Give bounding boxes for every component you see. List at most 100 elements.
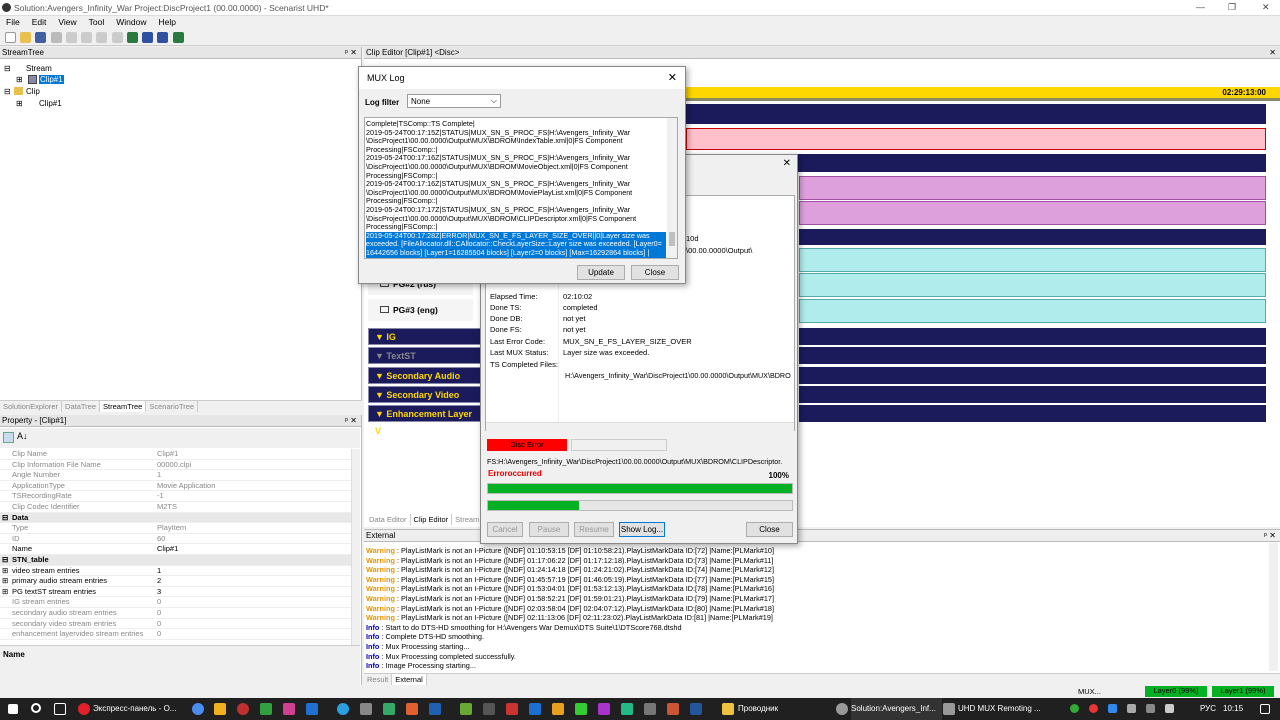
textst-track[interactable] — [799, 347, 1266, 364]
log-filter-select[interactable]: None ⌵ — [407, 94, 501, 108]
scenarist-icon[interactable] — [836, 703, 848, 715]
property-section-stn[interactable]: ⊟ STN_table — [0, 555, 360, 566]
expand-icon[interactable]: ⊞ — [2, 587, 8, 596]
close-icon[interactable]: ✕ — [668, 71, 677, 84]
cancel-button[interactable]: Cancel — [487, 522, 523, 537]
tab-datatree[interactable]: DataTree — [62, 401, 101, 412]
mux-remoting-icon[interactable] — [943, 703, 955, 715]
status-close-icon[interactable]: ✕ — [783, 158, 791, 169]
status-hscrollbar[interactable] — [486, 422, 794, 431]
scrollbar-thumb[interactable] — [669, 232, 675, 246]
clock[interactable]: 10:15 — [1223, 698, 1243, 720]
property-row[interactable]: Clip Name Clip#1 — [0, 449, 360, 460]
property-row[interactable]: ApplicationType Movie Application — [0, 481, 360, 492]
app-icon[interactable] — [383, 703, 395, 715]
tab-streamtree[interactable]: StreamTree — [100, 401, 147, 412]
pg-track-2[interactable] — [799, 273, 1266, 297]
tab-data-editor[interactable]: Data Editor — [366, 514, 411, 525]
log-scrollbar[interactable] — [667, 118, 677, 258]
emulate-icon[interactable] — [172, 32, 184, 43]
app-icon[interactable] — [260, 703, 272, 715]
redo-icon[interactable] — [111, 32, 123, 43]
app-icon[interactable] — [529, 703, 541, 715]
secondary-audio-track[interactable] — [799, 367, 1266, 384]
audio-track-2[interactable] — [799, 176, 1266, 200]
audio-track[interactable] — [686, 128, 1266, 150]
tray-icon[interactable] — [1127, 704, 1136, 713]
telegram-icon[interactable] — [337, 703, 349, 715]
property-row[interactable]: enhancement layervideo stream entries 0 — [0, 629, 360, 640]
expand-icon[interactable]: ⊞ — [2, 576, 8, 585]
opera-icon[interactable] — [78, 703, 90, 715]
expand-icon[interactable]: ⊟ — [4, 64, 11, 73]
panel-close-icon[interactable]: ✕ — [1269, 48, 1276, 57]
app-icon[interactable] — [460, 703, 472, 715]
cut-icon[interactable] — [50, 32, 62, 43]
maximize-icon[interactable]: ❐ — [1228, 2, 1236, 13]
menu-file[interactable]: File — [0, 16, 26, 28]
minimize-icon[interactable]: — — [1196, 2, 1205, 12]
collapse-icon[interactable]: ⊟ — [2, 555, 8, 564]
menu-help[interactable]: Help — [152, 16, 181, 28]
menu-view[interactable]: View — [52, 16, 82, 28]
undo-icon[interactable] — [96, 32, 108, 43]
explorer-icon[interactable] — [722, 703, 734, 715]
track-bar-2[interactable] — [799, 229, 1266, 245]
taskbar-app-mux[interactable]: UHD MUX Remoting ... — [958, 698, 1041, 720]
tab-scenariotree[interactable]: ScenarioTree — [146, 401, 199, 412]
track-label-enhancement-layer[interactable]: ▼ Enhancement Layer V — [368, 405, 481, 436]
open-folder-icon[interactable] — [20, 32, 32, 43]
windows-start-icon[interactable] — [8, 704, 18, 714]
tray-icon[interactable] — [1146, 704, 1155, 713]
tree-node-stream[interactable]: Stream — [26, 64, 52, 73]
track-label-secondary-video[interactable]: ▼ Secondary Video — [368, 386, 481, 403]
track-label-ig[interactable]: ▼ IG — [368, 328, 481, 345]
pg3-label[interactable]: PG#3 (eng) — [368, 299, 473, 321]
menu-window[interactable]: Window — [110, 16, 152, 28]
update-button[interactable]: Update — [577, 265, 625, 280]
tab-external[interactable]: External — [392, 674, 427, 685]
tree-node-clip-clip1[interactable]: Clip#1 — [39, 99, 62, 108]
search-icon[interactable] — [31, 703, 41, 713]
collapse-icon[interactable]: ⊟ — [2, 513, 8, 522]
ig-track[interactable] — [799, 328, 1266, 345]
pg-track-1[interactable] — [799, 248, 1266, 272]
property-section-data[interactable]: ⊟ Data — [0, 512, 360, 524]
app-icon[interactable] — [552, 703, 564, 715]
property-row[interactable]: secondary audio stream entries 0 — [0, 608, 360, 619]
app-icon[interactable] — [483, 703, 495, 715]
app-icon[interactable] — [667, 703, 679, 715]
panel-close-icon[interactable]: ᵖ ✕ — [345, 416, 357, 425]
app-icon[interactable] — [429, 703, 441, 715]
tray-icon[interactable] — [1070, 704, 1079, 713]
tree-node-stream-clip1[interactable]: Clip#1 — [39, 75, 64, 84]
save-icon[interactable] — [35, 32, 47, 43]
app-icon[interactable] — [598, 703, 610, 715]
pg-track-3[interactable] — [799, 299, 1266, 323]
video-track[interactable] — [686, 104, 1266, 124]
property-row[interactable]: Name Clip#1 — [0, 544, 360, 555]
external-scrollbar[interactable] — [1269, 543, 1278, 671]
verify-icon[interactable] — [157, 32, 169, 43]
paste-icon[interactable] — [81, 32, 93, 43]
tab-solutionexplorer[interactable]: SolutionExplorer — [0, 401, 63, 412]
categorized-icon[interactable] — [3, 432, 14, 443]
menu-tool[interactable]: Tool — [83, 16, 111, 28]
property-row[interactable]: IG stream entries 0 — [0, 597, 360, 608]
app-icon[interactable] — [214, 703, 226, 715]
app-icon[interactable] — [406, 703, 418, 715]
volume-icon[interactable] — [1165, 704, 1174, 713]
property-row[interactable]: Angle Number 1 — [0, 470, 360, 481]
sort-alpha-icon[interactable]: A↓ — [17, 431, 28, 441]
app-icon[interactable] — [360, 703, 372, 715]
property-row[interactable]: secondary video stream entries 0 — [0, 619, 360, 630]
log-textbox[interactable]: Complete|TSComp::TS Complete| 2019-05-24T… — [364, 117, 678, 259]
property-row[interactable]: ⊞ video stream entries 1 — [0, 566, 360, 577]
show-log-button[interactable]: Show Log... — [619, 522, 665, 537]
property-row[interactable]: Clip Codec Identifier M2TS — [0, 502, 360, 513]
close-icon[interactable]: ✕ — [1262, 2, 1270, 13]
app-icon[interactable] — [306, 703, 318, 715]
panel-close-icon[interactable]: ᵖ ✕ — [1264, 531, 1276, 540]
new-file-icon[interactable] — [5, 32, 16, 43]
tab-clip-editor[interactable]: Clip Editor — [410, 514, 453, 525]
